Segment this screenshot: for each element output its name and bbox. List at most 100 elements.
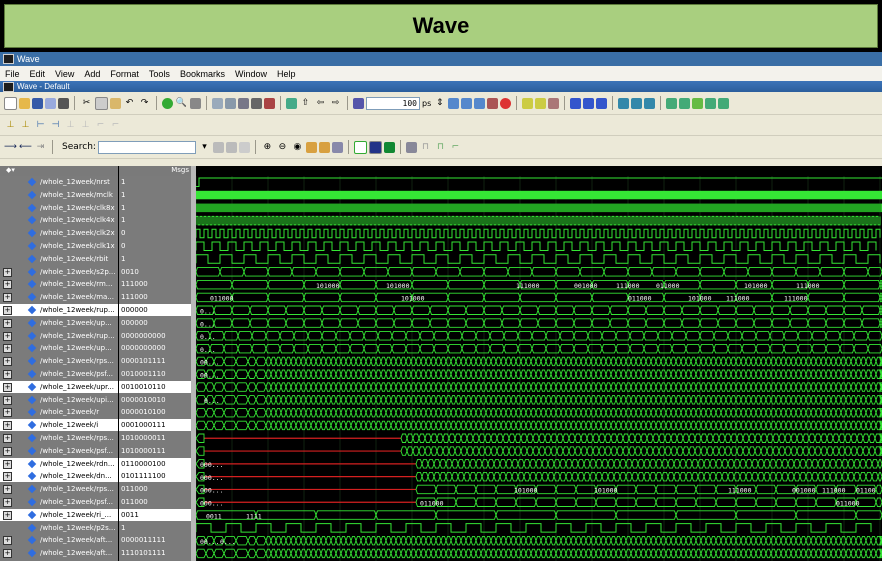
expand-icon[interactable]: +: [3, 382, 12, 392]
run-icon[interactable]: [448, 97, 460, 109]
expand-icon[interactable]: +: [3, 267, 12, 277]
signal-row[interactable]: + /whole_12week/aft...: [0, 534, 118, 546]
step-icon[interactable]: [570, 97, 582, 109]
wave-compare-prev-icon[interactable]: [692, 97, 704, 109]
lock-cursor-icon[interactable]: ⇥: [34, 141, 47, 154]
expand-icon[interactable]: +: [3, 357, 12, 367]
signal-row[interactable]: + /whole_12week/dn...: [0, 470, 118, 483]
signal-row[interactable]: + /whole_12week/rps...: [0, 432, 118, 444]
signal-value[interactable]: 0: [119, 227, 193, 239]
compile-all-icon[interactable]: [225, 97, 236, 109]
expand-icon[interactable]: +: [3, 395, 12, 405]
signal-value[interactable]: 111000: [119, 291, 193, 303]
step-back-out-icon[interactable]: [644, 97, 656, 109]
signal-value[interactable]: 0000010010: [119, 394, 193, 406]
signal-row[interactable]: + /whole_12week/rup...: [0, 330, 118, 342]
signal-row[interactable]: + /whole_12week/s2p...: [0, 266, 118, 278]
objects-icon[interactable]: ◆▾: [0, 166, 15, 174]
menu-tools[interactable]: Tools: [144, 69, 175, 79]
expand-icon[interactable]: +: [3, 446, 12, 456]
signal-row[interactable]: + /whole_12week/rm...: [0, 278, 118, 290]
signal-value[interactable]: 0010001110: [119, 368, 193, 380]
signal-row[interactable]: /whole_12week/mclk: [0, 189, 118, 201]
paste-icon[interactable]: [110, 97, 121, 109]
menu-add[interactable]: Add: [79, 69, 105, 79]
signal-row[interactable]: /whole_12week/rbit: [0, 253, 118, 265]
reload-icon[interactable]: [45, 97, 56, 109]
simulate-icon[interactable]: [238, 97, 249, 109]
signal-value[interactable]: 111000: [119, 278, 193, 290]
step-out-icon[interactable]: [596, 97, 608, 109]
expand-icon[interactable]: +: [3, 434, 12, 443]
undo-icon[interactable]: ↶: [123, 97, 136, 110]
signal-value[interactable]: 0000101111: [119, 355, 193, 367]
signal-value[interactable]: 011000: [119, 483, 193, 495]
run-all-icon[interactable]: [474, 97, 486, 109]
stop-icon[interactable]: [264, 97, 275, 109]
back-arrow-icon[interactable]: ⇦: [314, 97, 327, 110]
performance-icon[interactable]: [522, 97, 534, 109]
expand-icon[interactable]: +: [3, 370, 12, 379]
find-next-transition-icon[interactable]: ⊥: [19, 119, 32, 132]
signal-row[interactable]: /whole_12week/nrst: [0, 176, 118, 188]
search-options-icon[interactable]: [238, 141, 250, 153]
signal-value[interactable]: 1010000011: [119, 432, 193, 444]
signal-value[interactable]: 0010010110: [119, 380, 193, 393]
zoom-last-icon[interactable]: [318, 141, 330, 153]
expand-icon[interactable]: +: [3, 306, 12, 315]
wave-compare-next-icon[interactable]: [679, 97, 691, 109]
expand-icon[interactable]: +: [3, 293, 12, 303]
zoom-full-icon[interactable]: ◉: [291, 141, 304, 154]
signal-row[interactable]: + /whole_12week/rps...: [0, 483, 118, 495]
wave-compare-icon[interactable]: [666, 97, 678, 109]
search-forward-icon[interactable]: [212, 141, 224, 153]
copy-icon[interactable]: [95, 96, 108, 110]
signal-row[interactable]: /whole_12week/clk8x: [0, 202, 118, 214]
expand-icon[interactable]: +: [3, 331, 12, 341]
cut-icon[interactable]: ✂: [80, 97, 93, 110]
waveform-canvas[interactable]: 101000 101000 111000 001000 111000 011000 1010…: [196, 176, 882, 561]
search-backward-icon[interactable]: [225, 141, 237, 153]
signal-value[interactable]: 0000000000: [119, 342, 193, 354]
expand-icon[interactable]: +: [3, 421, 12, 431]
open-folder-icon[interactable]: [19, 97, 30, 109]
signal-row[interactable]: + /whole_12week/upr...: [0, 380, 118, 393]
wave-compare-options-icon[interactable]: [705, 97, 717, 109]
zoom-range-icon[interactable]: [331, 141, 343, 153]
signal-value[interactable]: 0110000100: [119, 457, 193, 470]
signal-row[interactable]: + /whole_12week/r: [0, 406, 118, 418]
search-dropdown-icon[interactable]: ▾: [198, 141, 211, 154]
zoom-in-icon[interactable]: ⊕: [261, 141, 274, 154]
wave-edge-icon[interactable]: ⌐: [449, 141, 462, 154]
expand-icon[interactable]: +: [3, 408, 12, 418]
expand-icon[interactable]: +: [3, 510, 12, 520]
expand-icon[interactable]: +: [3, 318, 12, 328]
expand-icon[interactable]: +: [3, 344, 12, 354]
signal-value[interactable]: 1: [119, 202, 193, 214]
signal-row[interactable]: + /whole_12week/aft...: [0, 547, 118, 559]
step-back-icon[interactable]: [618, 97, 630, 109]
signal-row[interactable]: + /whole_12week/rdn...: [0, 457, 118, 470]
wave-pulse-icon[interactable]: ⊓: [434, 141, 447, 154]
expand-icon[interactable]: +: [3, 536, 12, 546]
signal-value[interactable]: 0000000000: [119, 330, 193, 342]
signal-value[interactable]: 0001000111: [119, 419, 193, 432]
zoom-in-cursor-icon[interactable]: [305, 141, 317, 153]
compile-icon[interactable]: [212, 97, 223, 109]
signal-row[interactable]: + /whole_12week/ma...: [0, 291, 118, 303]
signal-value[interactable]: 1010000111: [119, 445, 193, 457]
signal-row[interactable]: /whole_12week/clk1x: [0, 240, 118, 252]
wave-step-icon[interactable]: ⊓: [419, 141, 432, 154]
signal-value[interactable]: 1: [119, 253, 193, 265]
expand-icon[interactable]: +: [3, 459, 12, 469]
signal-row[interactable]: + /whole_12week/ri_...: [0, 508, 118, 521]
signal-value[interactable]: 0000010100: [119, 406, 193, 418]
signal-value[interactable]: 0000011111: [119, 534, 193, 546]
edge-next-icon[interactable]: ⌐: [109, 119, 122, 132]
menu-bookmarks[interactable]: Bookmarks: [175, 69, 230, 79]
signal-row[interactable]: + /whole_12week/up...: [0, 317, 118, 329]
coverage-icon[interactable]: [548, 97, 560, 109]
signal-value[interactable]: 1110101111: [119, 547, 193, 559]
signal-row[interactable]: + /whole_12week/up...: [0, 342, 118, 354]
signal-row[interactable]: + /whole_12week/upi...: [0, 394, 118, 406]
